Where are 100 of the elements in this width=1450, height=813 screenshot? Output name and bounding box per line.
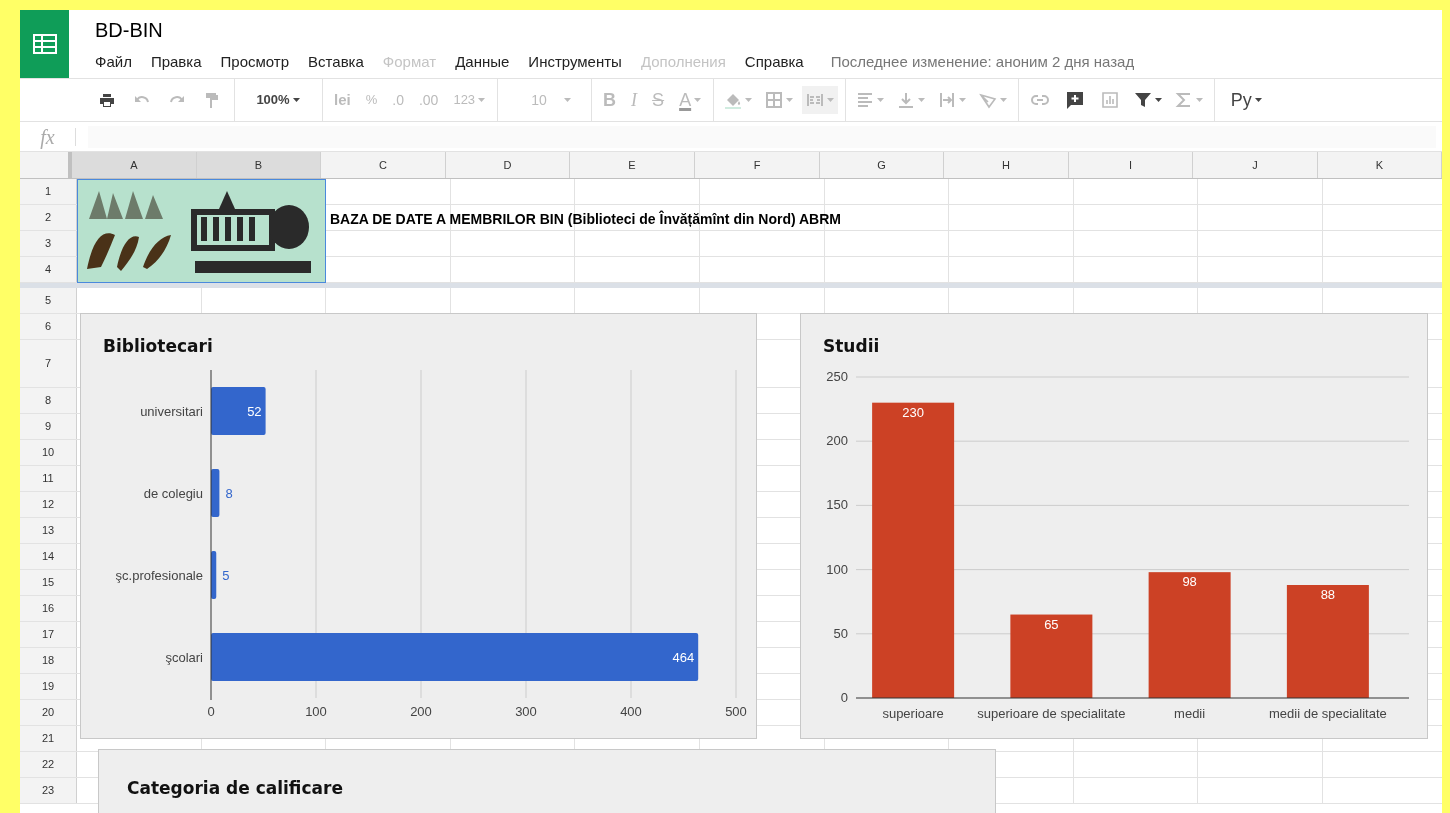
caret-icon[interactable] [1155,98,1163,102]
category-label: şc.profesionale [115,568,203,583]
bar [211,469,220,517]
menu-item[interactable]: Вставка [308,52,364,72]
column-header[interactable]: B [197,152,321,178]
axis-tick-label: 150 [826,497,848,513]
axis-tick-label: 0 [207,704,215,719]
category-label: superioare de specialitate [977,706,1126,721]
data-label: 5 [222,568,230,583]
row-header[interactable]: 20 [20,700,77,725]
text-wrap-icon[interactable] [938,91,957,109]
bar [211,551,217,599]
row-header[interactable]: 12 [20,492,77,517]
category-label: şcolari [165,650,203,665]
axis-tick-label: 300 [515,704,537,719]
data-label: 88 [1320,587,1336,602]
column-header[interactable]: D [446,152,570,178]
chart-title: Bibliotecari [103,336,213,356]
chart-card[interactable]: Categoria de calificare [98,749,996,813]
axis-tick-label: 500 [725,704,747,719]
data-label: 464 [672,650,695,665]
filter-icon[interactable] [1134,91,1153,109]
align-bottom-icon[interactable] [897,91,916,109]
text-rotate-icon[interactable] [979,91,998,109]
axis-tick-label: 100 [305,704,327,719]
menu-item[interactable]: Инструменты [528,52,622,72]
row-header[interactable]: 6 [20,314,77,339]
chart-card[interactable]: Studii 0 50 100 150 200 250 superioare 230 superioare de specialitate 65 medii 98 medii de specialitate 88 [800,313,1428,739]
category-label: universitari [140,404,203,419]
bar [211,387,266,435]
caret-icon[interactable] [1254,98,1262,102]
category-label: medii de specialitate [1269,706,1387,721]
row-header[interactable]: 22 [20,752,77,777]
row-header[interactable]: 13 [20,518,77,543]
chart-title: Studii [823,336,880,356]
axis-tick-label: 0 [840,690,848,705]
row-header[interactable]: 15 [20,570,77,595]
column-header[interactable]: I [1069,152,1193,178]
row-header[interactable]: 17 [20,622,77,647]
row-header[interactable]: 2 [20,205,77,230]
align-left-icon[interactable] [856,91,875,109]
row-header[interactable]: 14 [20,544,77,569]
axis-tick-label: 100 [826,561,848,577]
caret-icon[interactable] [292,98,300,102]
column-header[interactable]: H [944,152,1069,178]
row-header[interactable]: 16 [20,596,77,621]
data-label: 230 [902,404,924,420]
column-header[interactable]: F [695,152,820,178]
last-edit-text[interactable]: Последнее изменение: аноним 2 дня назад [830,52,1135,72]
paint-roller-icon[interactable] [203,91,221,109]
chart-icon[interactable] [1101,91,1120,109]
menu-item[interactable]: Данные [455,52,510,72]
data-label: 98 [1182,574,1197,590]
column-header[interactable]: K [1318,152,1442,178]
row-header[interactable]: 9 [20,414,77,439]
axis-tick-label: 50 [833,625,848,641]
row-header[interactable]: 8 [20,388,77,413]
column-header[interactable]: G [820,152,944,178]
borders-icon[interactable] [765,91,784,109]
menu-item[interactable]: Справка [744,52,804,72]
print-icon[interactable] [98,91,116,109]
row-header[interactable]: 19 [20,674,77,699]
zoom-dropdown[interactable]: 100% [241,86,315,114]
row-header[interactable]: 10 [20,440,77,465]
chart-card[interactable]: Bibliotecari 0 100 200 300 400 500 universitari 52 de colegiu 8 şc.profesionale 5 şcolari 464 [80,313,757,739]
row-header[interactable]: 7 [20,340,77,387]
category-label: de colegiu [143,486,203,501]
menu-item[interactable]: Правка [150,52,202,72]
category-label: medii [1174,706,1206,721]
chart-title: Categoria de calificare [127,778,343,798]
row-header[interactable]: 1 [20,179,77,204]
data-label: 8 [225,486,233,501]
formula-label: fx [39,124,56,151]
row-header[interactable]: 11 [20,466,77,491]
axis-tick-label: 200 [826,433,848,449]
axis-tick-label: 250 [826,369,848,384]
category-label: superioare [882,706,944,721]
column-header[interactable]: C [321,152,446,178]
app-logo[interactable] [20,10,69,78]
row-header[interactable]: 23 [20,778,77,803]
menu-item[interactable]: Файл [95,52,132,72]
input-tools-dropdown[interactable]: Ру [1221,86,1272,114]
axis-tick-label: 200 [410,704,432,719]
sheets-icon [32,34,57,54]
add-comment-icon[interactable] [1066,91,1085,109]
paint-bucket-icon[interactable] [724,91,743,109]
row-header[interactable]: 18 [20,648,77,673]
column-header[interactable]: A [72,152,197,178]
document-title[interactable]: BD-BIN [95,18,1135,42]
data-label: 52 [247,404,262,419]
merge-cells-icon[interactable] [806,91,825,109]
column-header[interactable]: J [1193,152,1318,178]
select-all-corner[interactable] [20,152,72,178]
column-header[interactable]: E [570,152,695,178]
menu-item[interactable]: Просмотр [220,52,290,72]
row-header[interactable]: 3 [20,231,77,256]
row-header[interactable]: 5 [20,288,77,313]
data-label: 65 [1044,616,1059,632]
row-header[interactable]: 21 [20,726,77,751]
row-header[interactable]: 4 [20,257,77,282]
